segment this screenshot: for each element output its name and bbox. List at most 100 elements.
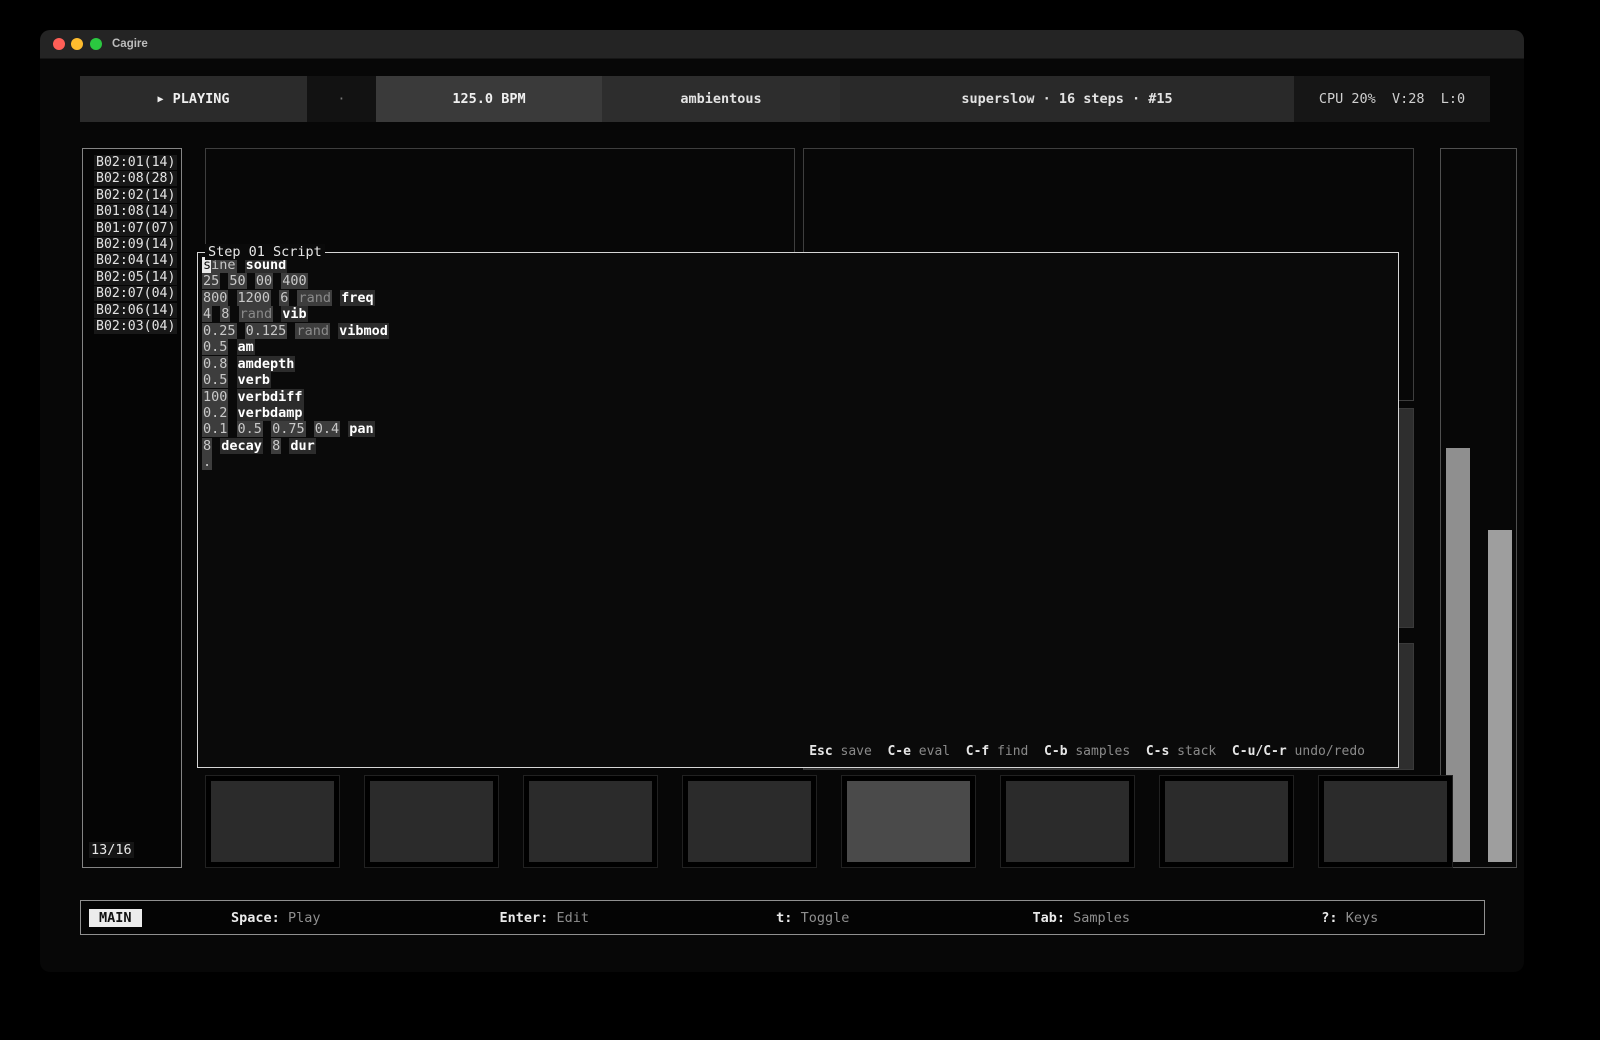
keybind-key: Esc — [809, 744, 832, 759]
script-token: verbdamp — [237, 405, 304, 421]
script-token: 8 — [271, 438, 281, 454]
script-token: 6 — [279, 290, 289, 306]
script-token: 8 — [220, 306, 230, 322]
keybind-key: C-f — [966, 744, 989, 759]
script-token: 25 — [202, 273, 220, 289]
sample-list-item-label: B02:07(04) — [94, 286, 177, 301]
sample-list-item-label: B02:08(28) — [94, 171, 177, 186]
script-token: vibmod — [338, 323, 389, 339]
step-cell[interactable] — [841, 775, 976, 868]
sample-list-item[interactable]: B02:08(28) — [83, 171, 181, 187]
titlebar[interactable]: Cagire — [40, 30, 1524, 59]
editor-keybinds: Esc save C-e eval C-f find C-b samples C… — [809, 744, 1365, 759]
beat-indicator: · — [307, 76, 376, 122]
transport-status[interactable]: ▶PLAYING — [80, 76, 307, 122]
script-token: 0.5 — [237, 421, 263, 437]
step-cell-fill — [1324, 781, 1447, 862]
level-meters — [1440, 148, 1517, 868]
sample-list-item[interactable]: B01:07(07) — [83, 221, 181, 237]
statusbar-hint: t: Toggle — [679, 910, 948, 926]
cpu-stats: CPU 20% V:28 L:0 — [1294, 76, 1490, 122]
keybind-label: undo/redo — [1295, 744, 1365, 759]
script-token: 800 — [202, 290, 228, 306]
status-bar: MAIN Space: PlayEnter: Editt: ToggleTab:… — [80, 900, 1485, 935]
sample-list-item-label: B02:04(14) — [94, 253, 177, 268]
script-token: 8 — [202, 438, 212, 454]
step-cell[interactable] — [1318, 775, 1453, 868]
statusbar-hint-label: Toggle — [801, 910, 850, 926]
close-icon[interactable] — [53, 38, 65, 50]
keybind-label: save — [841, 744, 872, 759]
statusbar-hint: ?: Keys — [1216, 910, 1485, 926]
script-line: 0.1 0.5 0.75 0.4 pan — [202, 421, 1398, 437]
sample-list-item[interactable]: B02:04(14) — [83, 253, 181, 269]
mode-badge: MAIN — [89, 909, 142, 927]
statusbar-hint-label: Samples — [1073, 910, 1130, 926]
pattern-name[interactable]: ambientous — [602, 76, 840, 122]
statusbar-hint: Space: Play — [142, 910, 411, 926]
script-token: dur — [289, 438, 315, 454]
script-token: pan — [348, 421, 374, 437]
minimize-icon[interactable] — [71, 38, 83, 50]
step-cell-fill — [688, 781, 811, 862]
script-line: 4 8 rand vib — [202, 306, 1398, 322]
step-cell[interactable] — [682, 775, 817, 868]
script-token: 0.5 — [202, 339, 228, 355]
script-token: vib — [281, 306, 307, 322]
keybind-key: C-u/C-r — [1232, 744, 1287, 759]
script-line: 25 50 00 400 — [202, 273, 1398, 289]
step-cell[interactable] — [523, 775, 658, 868]
statusbar-hint: Enter: Edit — [410, 910, 679, 926]
script-token: 0.5 — [202, 372, 228, 388]
script-line: 0.8 amdepth — [202, 356, 1398, 372]
sample-list-item[interactable]: B02:05(14) — [83, 270, 181, 286]
sample-list-item[interactable]: B01:08(14) — [83, 204, 181, 220]
window-title: Cagire — [112, 30, 148, 58]
step-cell-fill — [847, 781, 970, 862]
script-token: am — [237, 339, 255, 355]
script-token: rand — [297, 290, 332, 306]
script-token: amdepth — [237, 356, 296, 372]
keybind-label: stack — [1177, 744, 1216, 759]
pattern-meta: superslow · 16 steps · #15 — [840, 76, 1294, 122]
script-line: . — [202, 454, 1398, 470]
sample-list-item-label: B02:05(14) — [94, 270, 177, 285]
keybind-key: C-b — [1044, 744, 1067, 759]
script-line: 8 decay 8 dur — [202, 438, 1398, 454]
step-cell[interactable] — [1000, 775, 1135, 868]
keybind-key: C-s — [1146, 744, 1169, 759]
sample-list-item[interactable]: B02:06(14) — [83, 303, 181, 319]
zoom-icon[interactable] — [90, 38, 102, 50]
step-cell[interactable] — [1159, 775, 1294, 868]
sample-list-item[interactable]: B02:03(04) — [83, 319, 181, 335]
script-token: verb — [237, 372, 272, 388]
sample-list-item-label: B01:08(14) — [94, 204, 177, 219]
sample-list-item[interactable]: B02:07(04) — [83, 286, 181, 302]
sample-list-item[interactable]: B02:02(14) — [83, 188, 181, 204]
script-line: 0.5 am — [202, 339, 1398, 355]
statusbar-hint-label: Edit — [556, 910, 589, 926]
script-editor[interactable]: Step 01 Script sine sound25 50 00 400800… — [197, 252, 1399, 768]
step-cell[interactable] — [205, 775, 340, 868]
keybind-label: samples — [1075, 744, 1130, 759]
script-line: sine sound — [202, 257, 1398, 273]
script-line: 800 1200 6 rand freq — [202, 290, 1398, 306]
sample-list-item[interactable]: B02:01(14) — [83, 155, 181, 171]
sample-list-panel: B02:01(14)B02:08(28) B02:02(14)B01:08(14)… — [82, 148, 182, 868]
script-line: 0.25 0.125 rand vibmod — [202, 323, 1398, 339]
keybind-label: eval — [919, 744, 950, 759]
sample-list-item[interactable]: B02:09(14) — [83, 237, 181, 253]
statusbar-hint-key: t: — [776, 910, 792, 926]
script-token: 0.125 — [245, 323, 288, 339]
sample-list-item-label: B02:01(14) — [94, 155, 177, 170]
script-line: 100 verbdiff — [202, 389, 1398, 405]
step-cell[interactable] — [364, 775, 499, 868]
script-text[interactable]: sine sound25 50 00 400800 1200 6 rand fr… — [198, 253, 1398, 471]
bpm-display[interactable]: 125.0 BPM — [376, 76, 602, 122]
statusbar-hint-label: Play — [288, 910, 321, 926]
script-token: 1200 — [237, 290, 272, 306]
script-token: rand — [239, 306, 274, 322]
sample-list-item-label: B02:09(14) — [94, 237, 177, 252]
script-token: 400 — [281, 273, 307, 289]
script-token: 0.75 — [271, 421, 306, 437]
